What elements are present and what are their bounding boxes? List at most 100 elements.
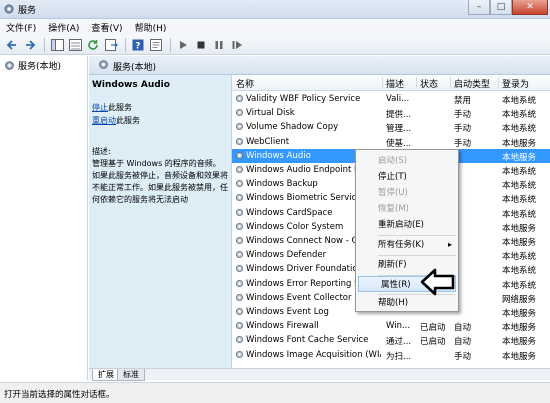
column-divider[interactable] [450,77,451,89]
service-row[interactable]: Windows Image Acquisition (WIA) 为扫... 手动 本地… [232,348,550,362]
status-text: 打开当前选择的属性对话框。 [4,390,115,400]
tab-extended[interactable]: 扩展 [92,369,120,381]
menu-item-start[interactable]: 启动(S) [356,153,458,169]
description-label: 描述: [92,147,111,156]
service-log-on-as: 本地服务 [502,138,537,149]
service-row[interactable]: Windows Font Cache Service 通过... 已启动 自动 本地服务 [232,333,550,347]
service-row[interactable]: Validity WBF Policy Service Vali... 禁用 本地系统 [232,92,550,106]
column-header-startup-type[interactable]: 启动类型 [454,77,490,90]
help-icon: ? [132,39,144,51]
submenu-arrow-icon: ▸ [447,240,452,249]
column-divider[interactable] [498,77,499,89]
service-gear-icon [235,279,244,287]
service-log-on-as: 本地系统 [502,280,537,291]
service-log-on-as: 本地服务 [502,323,537,334]
restart-link[interactable]: 重启动 [92,116,116,125]
services-gear-icon [99,60,108,69]
service-gear-icon [235,293,244,301]
export-list-icon [104,38,118,51]
show-tree-button[interactable] [49,37,65,53]
service-gear-icon [235,109,244,117]
console-tree-icon [50,38,64,51]
service-name: Validity WBF Policy Service [246,94,361,104]
forward-button[interactable] [22,37,38,53]
tab-standard[interactable]: 标准 [117,369,145,381]
menu-item-help[interactable]: 帮助(H) [356,295,458,311]
menu-item-stop[interactable]: 停止(T) [356,169,458,185]
service-description: 通过... [386,337,412,348]
stop-suffix: 此服务 [108,103,132,112]
column-header-row: 名称 描述 状态 启动类型 登录为 [232,75,550,91]
menu-separator [378,235,456,236]
minimize-button[interactable]: – [468,0,490,15]
column-divider[interactable] [416,77,417,89]
service-gear-icon [235,208,244,216]
service-description: 使基... [386,138,412,149]
service-log-on-as: 本地服务 [502,238,537,248]
column-header-description[interactable]: 描述 [386,77,404,90]
header-tab-label: 服务(本地) [113,63,157,73]
service-gear-icon [235,123,244,131]
stop-service-line: 停止此服务 [92,102,132,113]
maximize-button[interactable]: □ [490,0,512,15]
service-title: Windows Audio [92,80,170,90]
menu-item-restart[interactable]: 重新启动(E) [356,217,458,233]
service-gear-icon [235,265,244,273]
service-log-on-as: 本地服务 [502,309,537,319]
service-gear-icon [235,151,244,159]
service-log-on-as: 网络服务 [502,294,537,305]
tree-item-label: 服务(本地) [18,62,62,72]
tree-item-services-local[interactable]: 服务(本地) [4,59,61,72]
menu-view[interactable]: 查看(V) [85,19,128,35]
service-name: Windows Font Cache Service [246,335,369,346]
column-header-name[interactable]: 名称 [236,77,254,90]
menu-item-pause[interactable]: 暂停(U) [356,185,458,201]
service-log-on-as: 本地系统 [502,96,537,106]
service-name: Windows Firewall [246,321,319,332]
menu-file[interactable]: 文件(F) [0,19,42,35]
start-service-button[interactable] [175,37,191,53]
service-row[interactable]: Volume Shadow Copy 管理... 手动 本地系统 [232,120,550,134]
view-button[interactable] [67,37,83,53]
service-row[interactable]: Windows Firewall Win... 已启动 自动 本地服务 [232,319,550,333]
help-button[interactable]: ? [130,37,146,53]
title-bar: 服务 – □ ✕ [0,0,550,19]
menu-item-resume[interactable]: 恢复(M) [356,201,458,217]
service-startup-type: 手动 [454,124,472,135]
export-button[interactable] [103,37,119,53]
column-header-status[interactable]: 状态 [420,77,438,90]
column-divider[interactable] [382,77,383,89]
service-log-on-as: 本地系统 [502,195,537,206]
back-button[interactable] [4,37,20,53]
service-log-on-as: 本地系统 [502,110,537,121]
pause-icon [215,40,223,49]
service-startup-type: 禁用 [454,96,472,106]
service-log-on-as: 本地服务 [502,152,537,163]
stop-service-button[interactable] [193,37,209,53]
service-log-on-as: 本地系统 [502,124,537,135]
service-gear-icon [235,307,244,316]
menu-help[interactable]: 帮助(H) [129,19,173,35]
service-status: 已启动 [420,337,446,348]
services-header-tab: 服务(本地) [89,56,550,75]
service-gear-icon [235,165,244,174]
service-row[interactable]: Virtual Disk 提供... 手动 本地系统 [232,106,550,120]
menu-item-all-tasks[interactable]: 所有任务(K) ▸ [356,237,458,253]
service-gear-icon [235,194,244,202]
properties-toolbar-button[interactable] [148,37,164,53]
service-row[interactable]: WebClient 使基... 手动 本地服务 [232,135,550,149]
svg-text:?: ? [135,41,140,50]
services-gear-icon [5,61,14,70]
close-button[interactable]: ✕ [512,0,548,15]
pause-service-button[interactable] [211,37,227,53]
service-description: 提供... [386,110,412,121]
service-description: Win... [386,321,411,332]
service-name: WebClient [246,136,290,147]
column-header-log-on-as[interactable]: 登录为 [502,77,529,90]
stop-link[interactable]: 停止 [92,103,108,112]
restart-service-button[interactable] [229,37,245,53]
service-gear-icon [235,322,244,330]
refresh-button[interactable] [85,37,101,53]
menu-action[interactable]: 操作(A) [42,19,85,35]
service-startup-type: 手动 [454,351,472,362]
